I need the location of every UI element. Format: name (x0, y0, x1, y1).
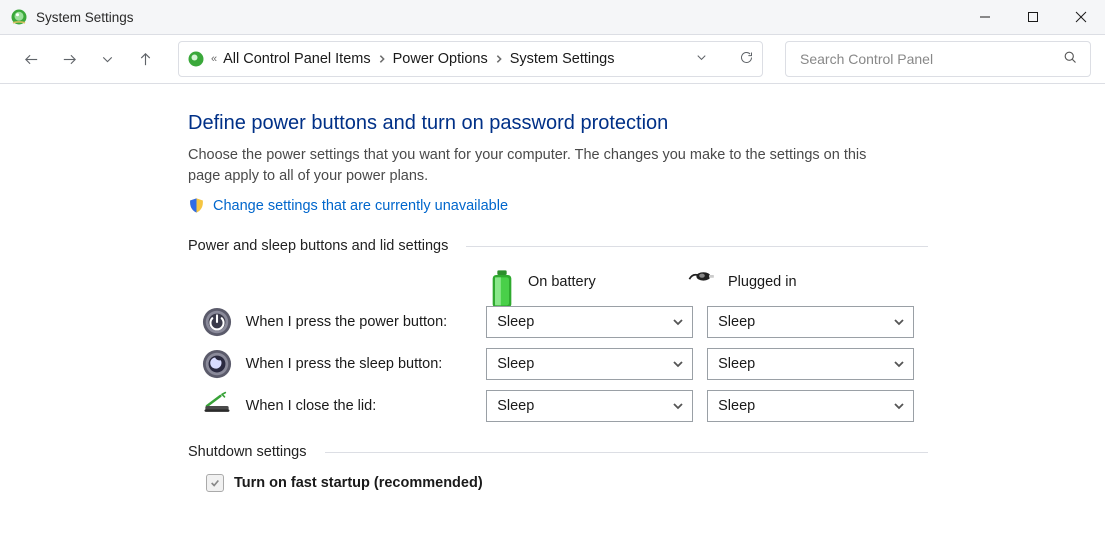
nav-bar: « All Control Panel Items Power Options … (0, 35, 1105, 84)
search-box[interactable] (785, 41, 1091, 77)
chevron-right-icon (377, 51, 387, 67)
column-plugged-in: Plugged in (688, 268, 888, 296)
breadcrumb-history-dropdown[interactable] (694, 50, 709, 68)
maximize-button[interactable] (1009, 0, 1057, 34)
sleep-button-battery-select[interactable]: Sleep (486, 348, 693, 380)
nav-history-dropdown[interactable] (90, 42, 124, 76)
refresh-button[interactable] (739, 50, 754, 68)
fast-startup-label: Turn on fast startup (recommended) (234, 475, 483, 491)
row-sleep-button: When I press the sleep button: Sleep Sle… (188, 348, 928, 380)
row-close-lid: When I close the lid: Sleep Sleep (188, 390, 928, 422)
breadcrumb-item-current[interactable]: System Settings (510, 51, 615, 67)
row-label: When I press the sleep button: (246, 356, 487, 372)
sleep-button-plugged-select[interactable]: Sleep (707, 348, 914, 380)
chevron-down-icon (893, 316, 905, 328)
chevron-down-icon (672, 358, 684, 370)
battery-icon (488, 268, 516, 296)
breadcrumb-item-power[interactable]: Power Options (393, 51, 488, 67)
nav-back-button[interactable] (14, 42, 48, 76)
column-headers: On battery Plugged in (188, 268, 928, 296)
app-icon (10, 8, 28, 26)
shield-icon (188, 197, 205, 214)
sleep-button-icon (202, 349, 232, 379)
breadcrumb-item-all[interactable]: All Control Panel Items (223, 51, 370, 67)
power-button-battery-select[interactable]: Sleep (486, 306, 693, 338)
title-bar: System Settings (0, 0, 1105, 35)
power-button-plugged-select[interactable]: Sleep (707, 306, 914, 338)
row-power-button: When I press the power button: Sleep Sle… (188, 306, 928, 338)
chevron-right-icon (494, 51, 504, 67)
breadcrumb-overflow-icon[interactable]: « (211, 53, 217, 65)
nav-forward-button[interactable] (52, 42, 86, 76)
fast-startup-row: Turn on fast startup (recommended) (206, 474, 928, 492)
window-title: System Settings (36, 10, 134, 25)
chevron-down-icon (672, 400, 684, 412)
laptop-lid-icon (202, 391, 232, 421)
row-label: When I press the power button: (246, 314, 487, 330)
nav-up-button[interactable] (128, 42, 162, 76)
plug-icon (688, 268, 716, 296)
lid-battery-select[interactable]: Sleep (486, 390, 693, 422)
row-label: When I close the lid: (246, 398, 487, 414)
page-description: Choose the power settings that you want … (188, 145, 888, 187)
lid-plugged-select[interactable]: Sleep (707, 390, 914, 422)
content-pane: Define power buttons and turn on passwor… (0, 84, 928, 492)
page-heading: Define power buttons and turn on passwor… (188, 112, 928, 135)
close-button[interactable] (1057, 0, 1105, 34)
section-shutdown: Shutdown settings (188, 444, 928, 460)
section-buttons-lid: Power and sleep buttons and lid settings (188, 238, 928, 254)
power-button-icon (202, 307, 232, 337)
chevron-down-icon (893, 400, 905, 412)
change-settings-link[interactable]: Change settings that are currently unava… (213, 198, 508, 214)
minimize-button[interactable] (961, 0, 1009, 34)
column-on-battery: On battery (488, 268, 688, 296)
search-input[interactable] (798, 50, 1032, 68)
fast-startup-checkbox[interactable] (206, 474, 224, 492)
breadcrumb[interactable]: « All Control Panel Items Power Options … (178, 41, 763, 77)
control-panel-icon (187, 50, 205, 68)
search-icon[interactable] (1063, 50, 1078, 68)
chevron-down-icon (672, 316, 684, 328)
chevron-down-icon (893, 358, 905, 370)
